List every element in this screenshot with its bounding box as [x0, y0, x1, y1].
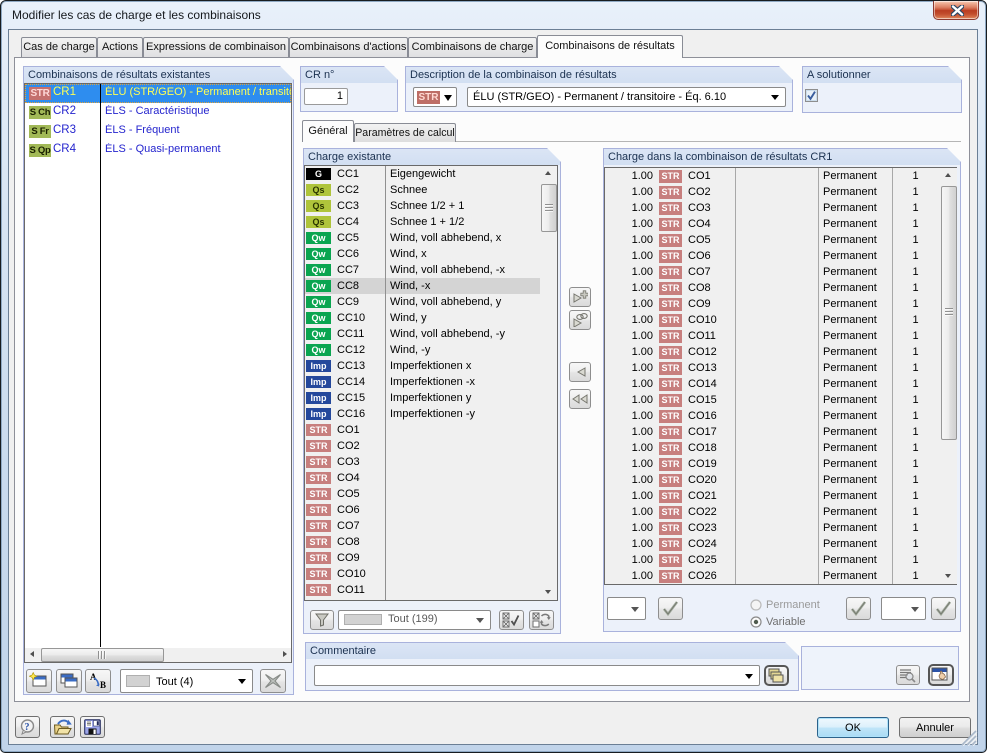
- svg-text:?: ?: [25, 722, 30, 733]
- svg-text:B: B: [100, 680, 106, 690]
